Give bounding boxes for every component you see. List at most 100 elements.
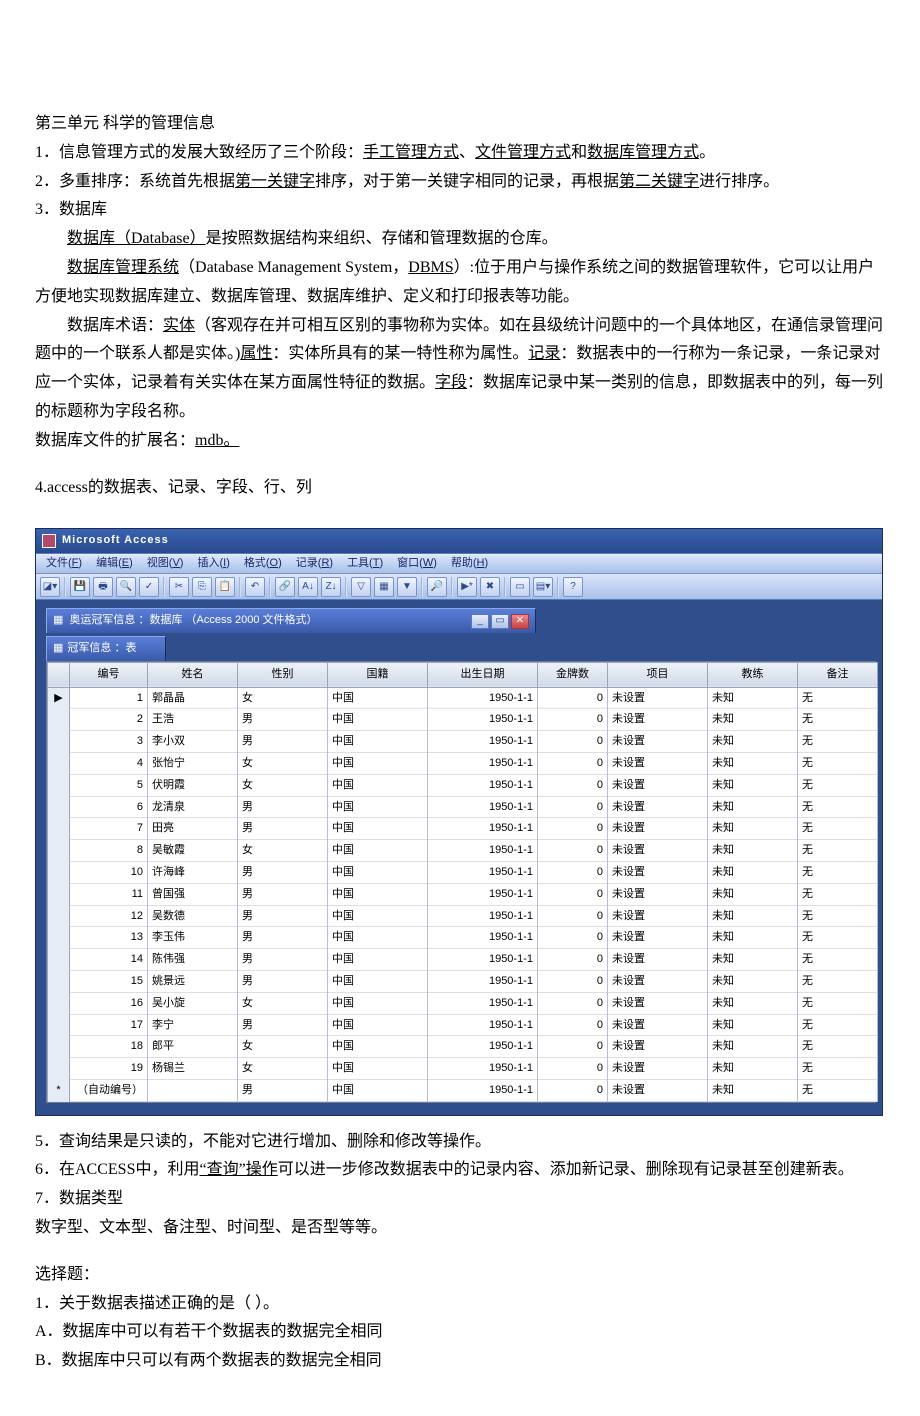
cell-sex[interactable]: 男 (238, 1015, 328, 1037)
cell-proj[interactable]: 未设置 (608, 709, 708, 731)
row-selector[interactable]: * (48, 1080, 70, 1102)
cell-nat[interactable]: 中国 (328, 993, 428, 1015)
menu-i[interactable]: 插入(I) (191, 553, 235, 575)
cell-proj[interactable]: 未设置 (608, 884, 708, 906)
cell-name[interactable]: 杨锡兰 (148, 1058, 238, 1080)
cell-sex[interactable]: 男 (238, 709, 328, 731)
cell-id[interactable]: 1 (70, 687, 148, 709)
cell-gold[interactable]: 0 (538, 775, 608, 797)
cell-nat[interactable]: 中国 (328, 971, 428, 993)
cell-id[interactable]: 17 (70, 1015, 148, 1037)
cell-gold[interactable]: 0 (538, 818, 608, 840)
row-selector[interactable] (48, 1058, 70, 1080)
row-selector[interactable] (48, 797, 70, 819)
sort-asc-button[interactable]: A↓ (298, 577, 318, 597)
cell-nat[interactable]: 中国 (328, 949, 428, 971)
column-header[interactable]: 姓名 (148, 662, 238, 687)
cell-id[interactable]: 2 (70, 709, 148, 731)
cell-sex[interactable]: 男 (238, 1080, 328, 1102)
cell-proj[interactable]: 未设置 (608, 1036, 708, 1058)
cell-sex[interactable]: 男 (238, 818, 328, 840)
cell-nat[interactable]: 中国 (328, 927, 428, 949)
cell-gold[interactable]: 0 (538, 753, 608, 775)
cell-note[interactable]: 无 (798, 753, 878, 775)
cell-coach[interactable]: 未知 (708, 1058, 798, 1080)
table-row[interactable]: 17李宁男中国1950-1-10 未设置未知无 (48, 1015, 878, 1037)
new-record-button[interactable]: ▶* (457, 577, 477, 597)
cell-proj[interactable]: 未设置 (608, 927, 708, 949)
column-header[interactable]: 备注 (798, 662, 878, 687)
cell-gold[interactable]: 0 (538, 1015, 608, 1037)
cell-note[interactable]: 无 (798, 1015, 878, 1037)
row-selector[interactable] (48, 906, 70, 928)
cell-note[interactable]: 无 (798, 818, 878, 840)
cell-dob[interactable]: 1950-1-1 (428, 687, 538, 709)
subform-button[interactable]: ▤▾ (533, 577, 553, 597)
cell-gold[interactable]: 0 (538, 797, 608, 819)
cell-note[interactable]: 无 (798, 797, 878, 819)
paste-button[interactable]: 📋 (215, 577, 235, 597)
cell-id[interactable]: 6 (70, 797, 148, 819)
table-row[interactable]: 11曾国强男中国1950-1-10 未设置未知无 (48, 884, 878, 906)
column-header[interactable]: 出生日期 (428, 662, 538, 687)
cell-coach[interactable]: 未知 (708, 927, 798, 949)
cell-coach[interactable]: 未知 (708, 731, 798, 753)
preview-button[interactable]: 🔍 (116, 577, 136, 597)
cell-id[interactable]: 12 (70, 906, 148, 928)
cell-note[interactable]: 无 (798, 884, 878, 906)
cell-proj[interactable]: 未设置 (608, 906, 708, 928)
cell-proj[interactable]: 未设置 (608, 1058, 708, 1080)
link-button[interactable]: 🔗 (275, 577, 295, 597)
cell-gold[interactable]: 0 (538, 949, 608, 971)
cell-sex[interactable]: 男 (238, 731, 328, 753)
cell-coach[interactable]: 未知 (708, 797, 798, 819)
cell-name[interactable] (148, 1080, 238, 1102)
cell-nat[interactable]: 中国 (328, 1058, 428, 1080)
menu-r[interactable]: 记录(R) (290, 553, 339, 575)
table-row[interactable]: 14陈伟强男中国1950-1-10 未设置未知无 (48, 949, 878, 971)
cell-dob[interactable]: 1950-1-1 (428, 1036, 538, 1058)
menu-o[interactable]: 格式(O) (238, 553, 288, 575)
cell-id[interactable]: 3 (70, 731, 148, 753)
cell-dob[interactable]: 1950-1-1 (428, 753, 538, 775)
row-selector-header[interactable] (48, 662, 70, 687)
cell-id[interactable]: 11 (70, 884, 148, 906)
cell-id[interactable]: 8 (70, 840, 148, 862)
cell-note[interactable]: 无 (798, 1058, 878, 1080)
row-selector[interactable] (48, 949, 70, 971)
table-row[interactable]: 12吴数德男中国1950-1-10 未设置未知无 (48, 906, 878, 928)
table-row[interactable]: ▶1郭晶晶女中国1950-1-10 未设置未知无 (48, 687, 878, 709)
row-selector[interactable] (48, 840, 70, 862)
cell-dob[interactable]: 1950-1-1 (428, 731, 538, 753)
cell-nat[interactable]: 中国 (328, 840, 428, 862)
cell-coach[interactable]: 未知 (708, 1036, 798, 1058)
save-button[interactable]: 💾 (70, 577, 90, 597)
row-selector[interactable] (48, 971, 70, 993)
undo-button[interactable]: ↶ (245, 577, 265, 597)
cell-sex[interactable]: 女 (238, 840, 328, 862)
cell-name[interactable]: 姚景远 (148, 971, 238, 993)
cell-coach[interactable]: 未知 (708, 862, 798, 884)
menu-v[interactable]: 视图(V) (141, 553, 190, 575)
cell-name[interactable]: 张怡宁 (148, 753, 238, 775)
cell-coach[interactable]: 未知 (708, 1080, 798, 1102)
cell-id[interactable]: 13 (70, 927, 148, 949)
cell-name[interactable]: 吴数德 (148, 906, 238, 928)
sort-desc-button[interactable]: Z↓ (321, 577, 341, 597)
cell-coach[interactable]: 未知 (708, 971, 798, 993)
cell-nat[interactable]: 中国 (328, 1036, 428, 1058)
cell-nat[interactable]: 中国 (328, 818, 428, 840)
menu-f[interactable]: 文件(F) (40, 553, 88, 575)
table-row[interactable]: 6龙清泉男中国1950-1-10 未设置未知无 (48, 797, 878, 819)
cell-coach[interactable]: 未知 (708, 818, 798, 840)
cell-nat[interactable]: 中国 (328, 1015, 428, 1037)
cell-note[interactable]: 无 (798, 971, 878, 993)
window-button[interactable]: ▭ (510, 577, 530, 597)
cell-sex[interactable]: 男 (238, 906, 328, 928)
cell-dob[interactable]: 1950-1-1 (428, 884, 538, 906)
cell-proj[interactable]: 未设置 (608, 753, 708, 775)
menu-e[interactable]: 编辑(E) (90, 553, 139, 575)
cell-id[interactable]: 16 (70, 993, 148, 1015)
cell-note[interactable]: 无 (798, 993, 878, 1015)
column-header[interactable]: 性别 (238, 662, 328, 687)
